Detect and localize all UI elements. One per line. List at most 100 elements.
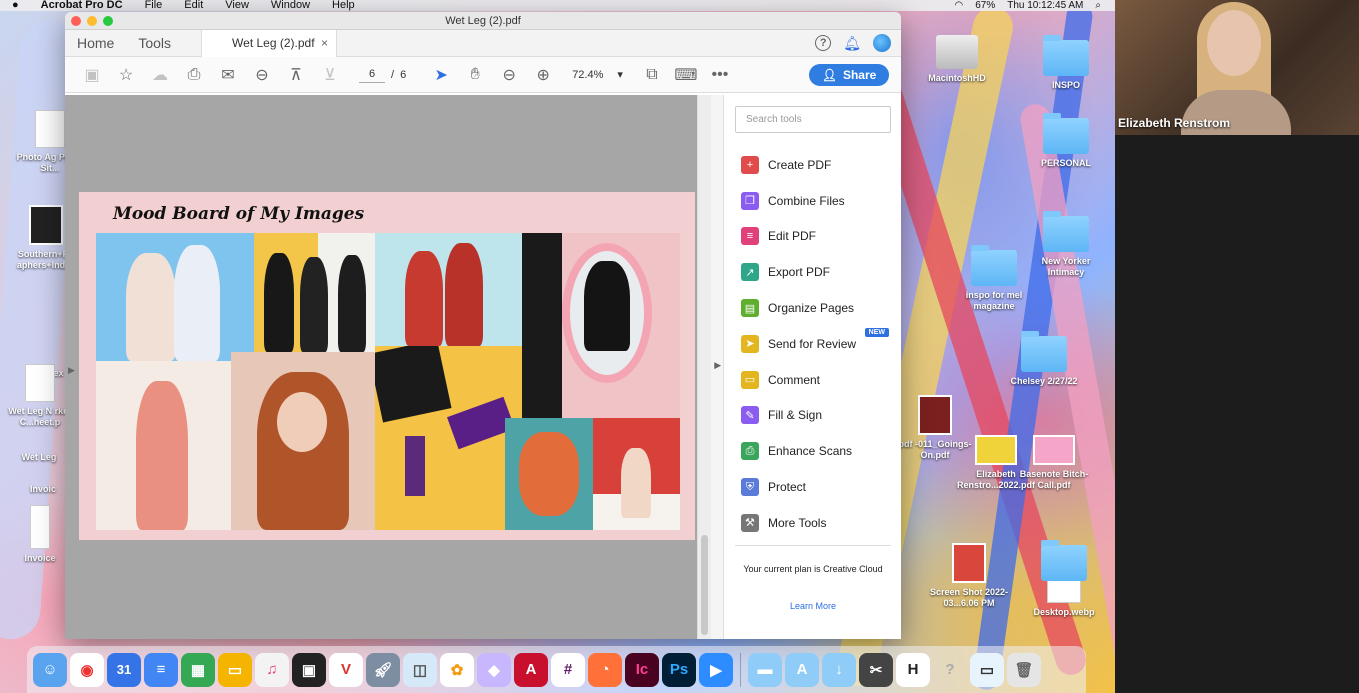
tool-export-pdf[interactable]: ↗ Export PDF — [735, 254, 891, 290]
help-icon[interactable]: ? — [815, 35, 832, 51]
share-button[interactable]: 👤︎ Share — [809, 63, 889, 86]
minimize-window-button[interactable] — [87, 15, 97, 26]
preview-icon[interactable]: ◫ — [403, 652, 437, 687]
crystal-app-icon[interactable]: ◆ — [477, 652, 511, 687]
clock[interactable]: Thu 10:12:45 AM — [1007, 0, 1083, 11]
tool-more-tools[interactable]: ⚒ More Tools — [735, 505, 891, 541]
tool-combine-files[interactable]: ❐ Combine Files — [735, 183, 891, 219]
learn-more-link[interactable]: Learn More — [735, 601, 891, 611]
menu-help[interactable]: Help — [332, 0, 355, 11]
desktop-icon-wet-leg[interactable]: Wet Leg — [14, 452, 64, 463]
tool-send-for-review[interactable]: ➤ Send for Review NEW — [735, 326, 891, 362]
apple-icon[interactable]: ● — [12, 0, 19, 11]
tool-comment[interactable]: ▭ Comment — [735, 362, 891, 398]
desktop-icon-screenshot[interactable]: Screen Shot 2022-03...6.06 PM — [929, 543, 1009, 609]
participant-video[interactable]: Elizabeth Renstrom — [1115, 0, 1359, 135]
tool-edit-pdf[interactable]: ≡ Edit PDF — [735, 219, 891, 255]
save-icon[interactable]: ▣ — [75, 60, 109, 90]
firefox-icon[interactable]: ◔ — [588, 652, 622, 687]
scrollbar-thumb[interactable] — [701, 535, 709, 635]
zoom-in-icon[interactable]: ⊕ — [526, 60, 560, 90]
menu-window[interactable]: Window — [271, 0, 310, 11]
menu-file[interactable]: File — [145, 0, 163, 11]
more-options-icon[interactable]: ••• — [703, 60, 737, 90]
documents-folder-icon[interactable]: ↓ — [822, 652, 856, 687]
desktop-icon-inspo-mel[interactable]: inspo for mel magazine — [954, 245, 1034, 312]
downloads-folder-icon[interactable]: ▬ — [748, 652, 782, 687]
current-page-input[interactable]: 6 — [359, 66, 385, 83]
screen-share-icon[interactable]: ▭ — [970, 652, 1004, 687]
bookmark-star-icon[interactable]: ☆ — [109, 60, 143, 90]
launchpad-icon[interactable]: 🚀︎ — [366, 652, 400, 687]
tool-create-pdf[interactable]: + Create PDF — [735, 147, 891, 183]
incopy-icon[interactable]: Ic — [625, 652, 659, 687]
desktop-icon-basenote[interactable]: Basenote Bitch-Call.pdf — [1014, 435, 1094, 491]
photoshop-icon[interactable]: Ps — [662, 652, 696, 687]
pdf-page: Mood Board of My Images — [79, 192, 695, 540]
utilities-icon[interactable]: ✂ — [859, 652, 893, 687]
desktop-icon-inspo[interactable]: INSPO — [1026, 35, 1106, 91]
chrome-icon[interactable]: ◉ — [70, 652, 104, 687]
battery-level[interactable]: 67% — [975, 0, 995, 11]
desktop-icon-invoice-1[interactable]: Invoic — [18, 484, 68, 495]
zoom-window-button[interactable] — [103, 15, 113, 26]
menu-edit[interactable]: Edit — [184, 0, 203, 11]
left-panel-toggle-icon[interactable]: ▶ — [68, 365, 75, 376]
tool-fill-sign[interactable]: ✎ Fill & Sign — [735, 398, 891, 434]
google-sheets-icon[interactable]: ▦ — [181, 652, 215, 687]
calendar-icon[interactable]: 31 — [107, 652, 141, 687]
close-tab-icon[interactable]: × — [321, 36, 328, 50]
desktop-icon-new-yorker[interactable]: New Yorker Intimacy — [1026, 211, 1106, 278]
acrobat-icon[interactable]: A — [514, 652, 548, 687]
google-slides-icon[interactable]: ▭ — [218, 652, 252, 687]
spotlight-icon[interactable]: ⌕ — [1095, 0, 1101, 11]
desktop-icon-macintosh-hd[interactable]: MacintoshHD — [917, 35, 997, 84]
vivaldi-icon[interactable]: V — [329, 652, 363, 687]
zoom-out-icon[interactable]: ⊖ — [492, 60, 526, 90]
wifi-icon[interactable]: ◠ — [954, 0, 963, 11]
search-tools-input[interactable]: Search tools — [734, 106, 891, 133]
menu-view[interactable]: View — [225, 0, 249, 11]
h-app-icon[interactable]: H — [896, 652, 930, 687]
fit-page-icon[interactable]: ⧉ — [635, 60, 669, 90]
keyboard-icon[interactable]: ⌨ — [669, 60, 703, 90]
menu-app-name[interactable]: Acrobat Pro DC — [41, 0, 123, 11]
print-icon[interactable]: ⎙ — [177, 60, 211, 90]
previous-page-icon[interactable]: ⊼ — [279, 60, 313, 90]
tools-pane-collapse[interactable]: ▶ — [711, 95, 724, 639]
finder-icon[interactable]: ☺ — [33, 652, 67, 687]
zoom-app-icon[interactable]: ▶ — [699, 652, 733, 687]
tool-organize-pages[interactable]: ▤ Organize Pages — [735, 290, 891, 326]
chevron-right-icon[interactable]: ▶ — [714, 360, 721, 371]
tool-protect[interactable]: ⛨ Protect — [735, 469, 891, 505]
desktop-icon-invoice-2[interactable]: Invoice — [10, 505, 70, 564]
help-question-icon[interactable]: ? — [933, 653, 967, 687]
desktop-icon-chelsey[interactable]: Chelsey 2/27/22 — [1004, 331, 1084, 387]
slack-icon[interactable]: # — [551, 652, 585, 687]
notification-bell-icon[interactable]: 🔔︎ — [843, 35, 861, 52]
folder-icon — [1041, 540, 1087, 581]
google-docs-icon[interactable]: ≡ — [144, 652, 178, 687]
tool-enhance-scans[interactable]: ⎙ Enhance Scans — [735, 433, 891, 469]
document-scrollbar[interactable] — [697, 95, 712, 639]
tab-tools[interactable]: Tools — [126, 30, 183, 57]
select-cursor-icon[interactable]: ➤ — [424, 60, 458, 90]
document-viewer[interactable]: ▶ Mood Board of My Images — [65, 95, 698, 639]
tab-home[interactable]: Home — [65, 30, 126, 57]
zoom-search-icon[interactable]: ⊖ — [245, 60, 279, 90]
tab-document[interactable]: Wet Leg (2).pdf × — [201, 29, 338, 57]
applications-folder-icon[interactable]: A — [785, 652, 819, 687]
profile-icon[interactable] — [873, 34, 891, 52]
email-icon[interactable]: ✉ — [211, 60, 245, 90]
hand-tool-icon[interactable]: ✋︎ — [458, 60, 492, 90]
zoom-select[interactable]: 72.4% ▾ — [572, 68, 623, 82]
photos-icon[interactable]: ✿ — [440, 652, 474, 687]
music-icon[interactable]: ♫ — [255, 652, 289, 687]
close-window-button[interactable] — [71, 15, 81, 26]
upload-cloud-icon[interactable]: ☁ — [143, 60, 177, 90]
next-page-icon[interactable]: ⊻ — [313, 60, 347, 90]
trash-icon[interactable]: 🗑︎ — [1007, 652, 1041, 687]
photo-booth-icon[interactable]: ▣ — [292, 652, 326, 687]
desktop-icon-personal[interactable]: PERSONAL — [1026, 113, 1106, 169]
desktop-icon-desktop-webp[interactable]: Desktop.webp — [1024, 540, 1104, 618]
